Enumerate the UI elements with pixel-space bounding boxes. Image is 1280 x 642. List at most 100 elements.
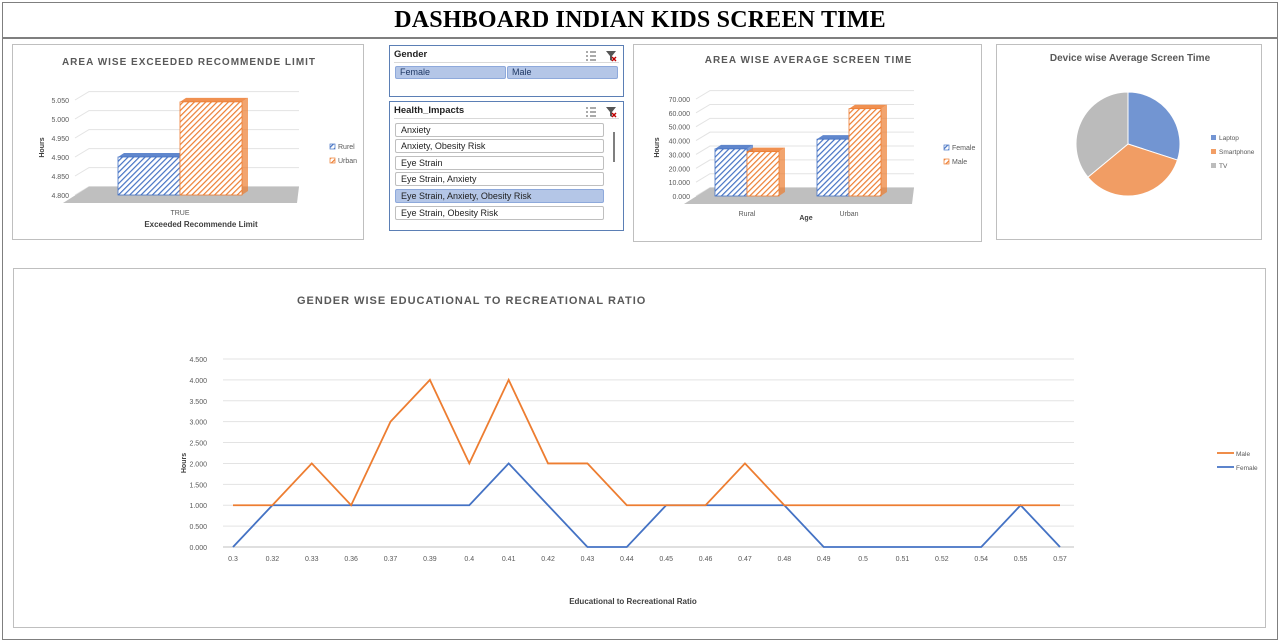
x-tick-label: 0.52 (935, 556, 949, 563)
bar-side (779, 147, 785, 196)
y-tick-label: 5.000 (51, 117, 69, 124)
legend-label-tv: TV (1219, 163, 1228, 170)
y-tick-label: 4.900 (51, 155, 69, 162)
y-tick-label: 20.000 (669, 166, 691, 173)
bar-male-urban (848, 108, 882, 197)
device-pie-chart-panel: Device wise Average Screen Time Laptop Sm… (996, 44, 1262, 240)
area-average-chart-panel: AREA WISE AVERAGE SCREEN TIME 0.000 10.00… (633, 44, 982, 242)
x-tick-label: 0.42 (541, 556, 555, 563)
bar-top (180, 97, 248, 102)
health-item-anxiety[interactable]: Anxiety (395, 123, 604, 137)
health-slicer-title: Health_Impacts (394, 105, 465, 116)
multi-select-icon[interactable] (585, 105, 597, 117)
legend-swatch (329, 143, 336, 150)
bar-top (747, 147, 785, 152)
health-slicer-scrollbar[interactable] (611, 124, 617, 224)
legend-swatch (943, 144, 950, 151)
y-tick-label: 3.000 (189, 420, 207, 427)
exceeded-limit-chart: 4.800 4.850 4.900 4.950 5.000 5.050 TRUE Hours E… (39, 91, 357, 229)
legend-label-male: Male (1236, 451, 1250, 458)
x-tick-label: 0.54 (974, 556, 988, 563)
ratio-line-chart: 0.000 0.500 1.000 1.500 2.000 2.500 3.000 3.500… (181, 357, 1258, 606)
y-tick-label: 60.000 (669, 111, 691, 118)
y-tick-label: 4.000 (189, 378, 207, 385)
x-axis-label: Age (799, 215, 812, 222)
bar-top (715, 144, 753, 149)
bar-urban-true (179, 101, 243, 196)
health-item-eye-strain-anxiety-obesity[interactable]: Eye Strain, Anxiety, Obesity Risk (395, 189, 604, 203)
legend-label-rurel: Rurel (338, 144, 355, 151)
y-axis-label: Hours (39, 137, 46, 157)
y-tick-label: 5.050 (51, 98, 69, 105)
legend-label-male: Male (952, 159, 967, 166)
legend-label-smartphone: Smartphone (1219, 149, 1255, 156)
x-tick-label: 0.46 (699, 556, 713, 563)
x-tick-label: 0.32 (266, 556, 280, 563)
bar-top (118, 153, 186, 157)
bar-side (881, 104, 887, 196)
x-tick-label: 0.47 (738, 556, 752, 563)
y-axis-label: Hours (654, 137, 661, 157)
y-tick-label: 1.500 (189, 482, 207, 489)
x-axis-label: Exceeded Recommende Limit (144, 220, 258, 229)
bar-rurel-true (117, 156, 181, 196)
gender-item-male[interactable]: Male (507, 66, 618, 79)
y-tick-label: 1.000 (189, 503, 207, 510)
x-tick-label: 0.43 (581, 556, 595, 563)
bar-male-rural (746, 151, 780, 197)
area-average-chart: 0.000 10.000 20.000 30.000 40.000 50.000 60.00… (654, 90, 975, 222)
legend-label-female: Female (1236, 465, 1258, 472)
x-tick-label: 0.57 (1053, 556, 1067, 563)
x-tick-label: Rural (739, 211, 756, 218)
x-tick-label: 0.33 (305, 556, 319, 563)
x-tick-label: 0.48 (778, 556, 792, 563)
device-pie-chart: Laptop Smartphone TV (1075, 91, 1255, 197)
y-tick-label: 4.850 (51, 174, 69, 181)
clear-filter-icon[interactable] (605, 105, 617, 118)
health-item-eye-strain[interactable]: Eye Strain (395, 156, 604, 170)
x-tick-label: 0.4 (464, 556, 474, 563)
health-item-eye-strain-obesity[interactable]: Eye Strain, Obesity Risk (395, 206, 604, 220)
legend-label-laptop: Laptop (1219, 135, 1239, 142)
gridline (695, 90, 914, 100)
x-tick-label: 0.37 (384, 556, 398, 563)
x-tick-label: 0.36 (344, 556, 358, 563)
legend-swatch (1211, 149, 1216, 154)
clear-filter-icon[interactable] (605, 49, 617, 62)
y-tick-label: 0.000 (189, 545, 207, 552)
health-impacts-slicer: Health_Impacts Anxiety Anxiety, Obesity … (389, 101, 624, 231)
gender-item-female[interactable]: Female (395, 66, 506, 79)
ratio-line-chart-panel: GENDER WISE EDUCATIONAL TO RECREATIONAL … (13, 268, 1266, 628)
y-tick-label: 40.000 (669, 139, 691, 146)
y-tick-label: 3.500 (189, 399, 207, 406)
legend-label-female: Female (952, 145, 975, 152)
x-tick-label: 0.55 (1014, 556, 1028, 563)
bar-side (242, 97, 248, 195)
bar-top (849, 104, 887, 109)
x-tick-label: 0.44 (620, 556, 634, 563)
y-tick-label: 4.800 (51, 193, 69, 200)
bar-female-rural (714, 148, 748, 197)
health-item-anxiety-obesity[interactable]: Anxiety, Obesity Risk (395, 139, 604, 153)
y-tick-label: 10.000 (669, 180, 691, 187)
y-tick-label: 4.500 (189, 357, 207, 364)
y-axis-label: Hours (181, 453, 188, 473)
x-tick-label: 0.49 (817, 556, 831, 563)
health-item-eye-strain-anxiety[interactable]: Eye Strain, Anxiety (395, 172, 604, 186)
x-tick-label: 0.39 (423, 556, 437, 563)
y-tick-label: 0.000 (672, 194, 690, 201)
x-tick-label: 0.41 (502, 556, 516, 563)
gender-slicer: Gender Female Male (389, 45, 624, 97)
multi-select-icon[interactable] (585, 49, 597, 61)
bar-female-urban (816, 138, 850, 197)
legend-swatch (1211, 135, 1216, 140)
dashboard-title: DASHBOARD INDIAN KIDS SCREEN TIME (394, 6, 886, 33)
exceeded-limit-chart-panel: AREA WISE EXCEEDED RECOMMENDE LIMIT 4.80… (12, 44, 364, 240)
x-tick-label: TRUE (170, 210, 189, 217)
y-tick-label: 4.950 (51, 136, 69, 143)
dashboard-title-bar: DASHBOARD INDIAN KIDS SCREEN TIME (2, 2, 1278, 38)
gender-slicer-title: Gender (394, 49, 428, 60)
y-tick-label: 70.000 (669, 97, 691, 104)
y-tick-label: 2.500 (189, 441, 207, 448)
legend-label-urban: Urban (338, 158, 357, 165)
